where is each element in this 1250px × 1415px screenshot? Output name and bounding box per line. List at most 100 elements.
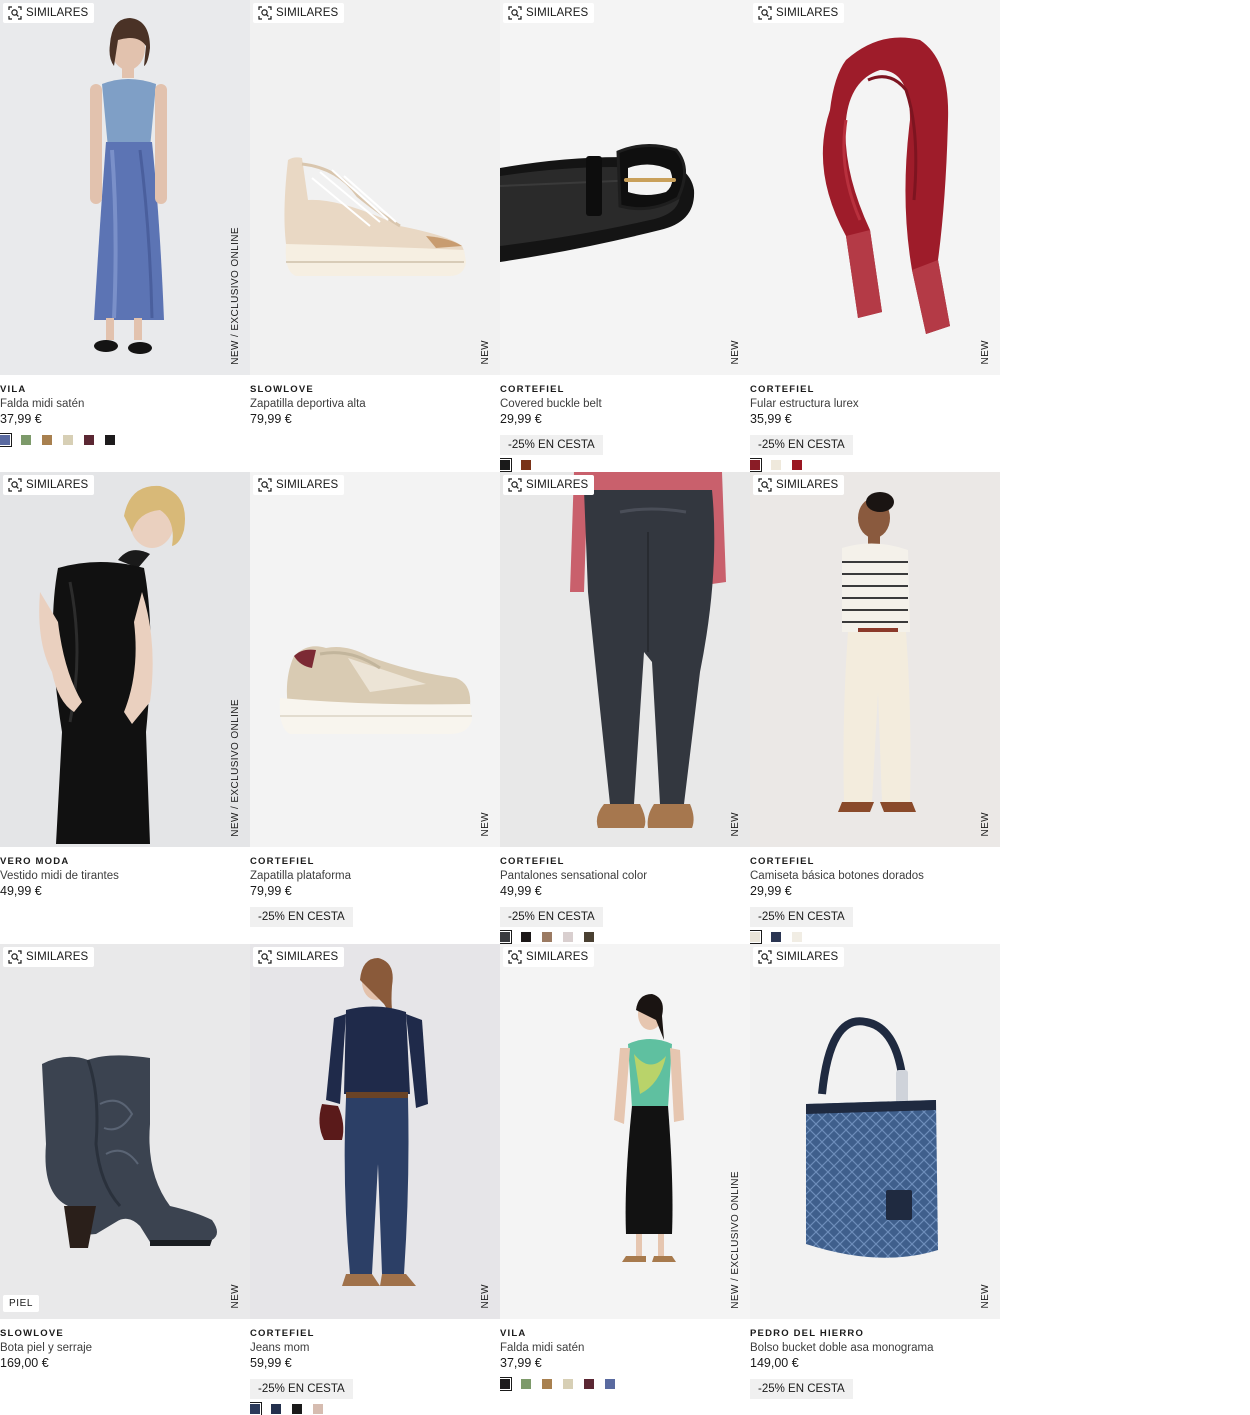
product-name[interactable]: Falda midi satén xyxy=(0,397,250,412)
visual-search-icon xyxy=(8,478,22,492)
similares-label: SIMILARES xyxy=(526,7,589,19)
product-name[interactable]: Covered buckle belt xyxy=(500,397,750,412)
new-tag: NEW xyxy=(730,340,741,365)
color-swatches xyxy=(500,1377,750,1391)
color-swatch[interactable] xyxy=(0,433,12,447)
product-name[interactable]: Jeans mom xyxy=(250,1341,500,1356)
product-card[interactable]: SIMILARES NEW CORTEFIEL Jeans mom 59,99 … xyxy=(250,944,500,1415)
product-name[interactable]: Camiseta básica botones dorados xyxy=(750,869,1000,884)
color-swatch[interactable] xyxy=(584,932,594,942)
similares-button[interactable]: SIMILARES xyxy=(503,947,595,967)
color-swatch[interactable] xyxy=(271,1404,281,1414)
product-image[interactable]: SIMILARES NEW / EXCLUSIVO ONLINE xyxy=(0,0,250,375)
product-card[interactable]: SIMILARES NEW CORTEFIEL Pantalones sensa… xyxy=(500,472,750,944)
color-swatch[interactable] xyxy=(563,1379,573,1389)
product-image[interactable]: SIMILARES NEW xyxy=(250,0,500,375)
product-image[interactable]: SIMILARES NEW / EXCLUSIVO ONLINE xyxy=(0,472,250,847)
color-swatch[interactable] xyxy=(750,458,762,472)
product-name[interactable]: Vestido midi de tirantes xyxy=(0,869,250,884)
product-price: 29,99 € xyxy=(750,884,792,898)
color-swatch[interactable] xyxy=(584,1379,594,1389)
color-swatch[interactable] xyxy=(792,932,802,942)
product-card[interactable]: SIMILARES NEW SLOWLOVE Zapatilla deporti… xyxy=(250,0,500,472)
product-image[interactable]: SIMILARES NEW xyxy=(500,0,750,375)
product-image[interactable]: SIMILARES NEW / EXCLUSIVO ONLINE xyxy=(500,944,750,1319)
similares-button[interactable]: SIMILARES xyxy=(253,947,345,967)
color-swatch[interactable] xyxy=(771,932,781,942)
similares-button[interactable]: SIMILARES xyxy=(253,3,345,23)
new-exclusive-tag: NEW / EXCLUSIVO ONLINE xyxy=(230,699,241,837)
similares-button[interactable]: SIMILARES xyxy=(503,475,595,495)
color-swatch[interactable] xyxy=(542,932,552,942)
similares-button[interactable]: SIMILARES xyxy=(503,3,595,23)
product-image[interactable]: SIMILARES NEW xyxy=(750,0,1000,375)
color-swatch[interactable] xyxy=(542,1379,552,1389)
product-card[interactable]: SIMILARES NEW CORTEFIEL Covered buckle b… xyxy=(500,0,750,472)
color-swatch[interactable] xyxy=(84,435,94,445)
color-swatch[interactable] xyxy=(500,930,512,944)
product-card[interactable]: SIMILARES NEW PEDRO DEL HIERRO Bolso buc… xyxy=(750,944,1000,1415)
similares-button[interactable]: SIMILARES xyxy=(753,475,845,495)
color-swatch[interactable] xyxy=(500,458,512,472)
product-name[interactable]: Zapatilla deportiva alta xyxy=(250,397,500,412)
color-swatch[interactable] xyxy=(105,435,115,445)
new-tag: NEW xyxy=(480,340,491,365)
product-image[interactable]: SIMILARES NEW xyxy=(750,944,1000,1319)
similares-label: SIMILARES xyxy=(276,479,339,491)
product-card[interactable]: SIMILARES NEW CORTEFIEL Camiseta básica … xyxy=(750,472,1000,944)
product-name[interactable]: Bota piel y serraje xyxy=(0,1341,250,1356)
similares-button[interactable]: SIMILARES xyxy=(753,947,845,967)
color-swatch[interactable] xyxy=(42,435,52,445)
color-swatch[interactable] xyxy=(313,1404,323,1414)
color-swatch[interactable] xyxy=(750,930,762,944)
product-info: CORTEFIEL Covered buckle belt 29,99 € -2… xyxy=(500,384,750,455)
color-swatch[interactable] xyxy=(521,460,531,470)
color-swatch[interactable] xyxy=(63,435,73,445)
product-card[interactable]: SIMILARES NEW CORTEFIEL Zapatilla plataf… xyxy=(250,472,500,944)
product-image[interactable]: SIMILARES PIEL NEW xyxy=(0,944,250,1319)
visual-search-icon xyxy=(8,6,22,20)
similares-button[interactable]: SIMILARES xyxy=(3,3,95,23)
product-card[interactable]: SIMILARES PIEL NEW SLOWLOVE Bota piel y … xyxy=(0,944,250,1415)
new-tag: NEW xyxy=(730,812,741,837)
color-swatch[interactable] xyxy=(521,932,531,942)
product-name[interactable]: Falda midi satén xyxy=(500,1341,750,1356)
promo-badge: -25% EN CESTA xyxy=(750,1379,853,1399)
similares-label: SIMILARES xyxy=(26,951,89,963)
color-swatch[interactable] xyxy=(21,435,31,445)
product-card[interactable]: SIMILARES NEW / EXCLUSIVO ONLINE VERO MO… xyxy=(0,472,250,944)
similares-label: SIMILARES xyxy=(526,479,589,491)
product-card[interactable]: SIMILARES NEW / EXCLUSIVO ONLINE VILA Fa… xyxy=(500,944,750,1415)
color-swatch[interactable] xyxy=(500,1377,512,1391)
product-name[interactable]: Zapatilla plataforma xyxy=(250,869,500,884)
product-photo xyxy=(500,472,750,847)
product-brand: CORTEFIEL xyxy=(750,384,815,395)
product-image[interactable]: SIMILARES NEW xyxy=(500,472,750,847)
similares-button[interactable]: SIMILARES xyxy=(3,947,95,967)
similares-label: SIMILARES xyxy=(26,479,89,491)
visual-search-icon xyxy=(508,950,522,964)
color-swatch[interactable] xyxy=(563,932,573,942)
product-photo xyxy=(0,944,250,1319)
product-name[interactable]: Pantalones sensational color xyxy=(500,869,750,884)
color-swatch[interactable] xyxy=(521,1379,531,1389)
product-name[interactable]: Bolso bucket doble asa monograma xyxy=(750,1341,1000,1356)
color-swatch[interactable] xyxy=(250,1402,262,1415)
similares-button[interactable]: SIMILARES xyxy=(253,475,345,495)
product-image[interactable]: SIMILARES NEW xyxy=(250,944,500,1319)
visual-search-icon xyxy=(8,950,22,964)
color-swatch[interactable] xyxy=(605,1379,615,1389)
similares-button[interactable]: SIMILARES xyxy=(753,3,845,23)
color-swatch[interactable] xyxy=(792,460,802,470)
color-swatch[interactable] xyxy=(292,1404,302,1414)
product-brand: CORTEFIEL xyxy=(250,1328,315,1339)
product-image[interactable]: SIMILARES NEW xyxy=(250,472,500,847)
product-card[interactable]: SIMILARES NEW CORTEFIEL Fular estructura… xyxy=(750,0,1000,472)
similares-label: SIMILARES xyxy=(526,951,589,963)
product-info: SLOWLOVE Bota piel y serraje 169,00 € xyxy=(0,1328,250,1371)
product-card[interactable]: SIMILARES NEW / EXCLUSIVO ONLINE VILA Fa… xyxy=(0,0,250,472)
product-image[interactable]: SIMILARES NEW xyxy=(750,472,1000,847)
color-swatch[interactable] xyxy=(771,460,781,470)
similares-button[interactable]: SIMILARES xyxy=(3,475,95,495)
product-name[interactable]: Fular estructura lurex xyxy=(750,397,1000,412)
